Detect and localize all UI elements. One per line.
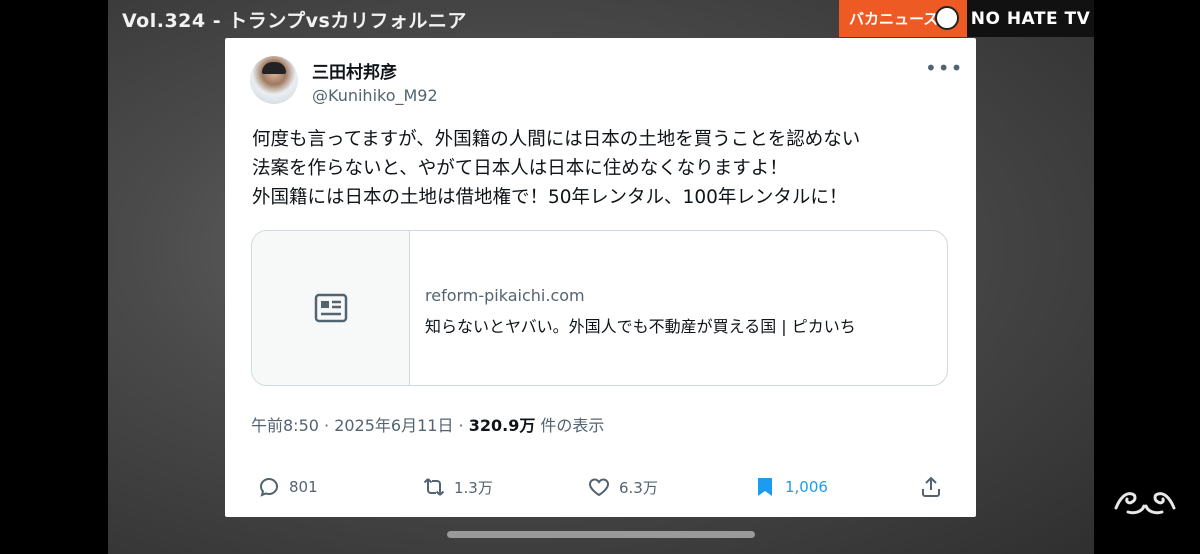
tweet-card: 三田村邦彦 @Kunihiko_M92 ••• 何度も言ってますが、外国籍の人間…	[225, 38, 976, 517]
tweet-text-line: 法案を作らないと、やがて日本人は日本に住めなくなりますよ！	[252, 158, 788, 179]
like-count: 6.3万	[619, 478, 658, 497]
tweet-meta: 午前8:50 · 2025年6月11日 · 320.9万 件の表示	[251, 412, 604, 436]
brand-label: バカニュース	[849, 10, 939, 28]
bookmark-count: 1,006	[785, 478, 828, 496]
tweet-actions: 801 1.3万 6.3万 1,006	[225, 473, 976, 503]
like-button[interactable]: 6.3万	[587, 473, 658, 501]
retweet-icon	[423, 478, 445, 496]
episode-title: Vol.324 - トランプvsカリフォルニア	[122, 10, 467, 32]
view-count: 320.9万	[468, 416, 536, 435]
author-handle[interactable]: @Kunihiko_M92	[312, 86, 438, 105]
brand-badge: バカニュース	[839, 0, 967, 37]
article-icon	[314, 293, 347, 323]
link-thumbnail	[252, 231, 410, 385]
bookmark-icon	[758, 478, 772, 496]
link-title: 知らないとヤバい。外国人でも不動産が買える国 | ピカいち	[425, 317, 856, 336]
link-domain: reform-pikaichi.com	[425, 286, 585, 305]
reply-icon	[259, 477, 279, 497]
retweet-count: 1.3万	[454, 478, 493, 497]
bookmark-button[interactable]: 1,006	[753, 473, 828, 501]
tweet-text-line: 外国籍には日本の土地は借地権で！50年レンタル、100年レンタルに！	[252, 187, 848, 208]
tweet-timestamp[interactable]: 午前8:50 · 2025年6月11日 ·	[251, 416, 469, 435]
reply-button[interactable]: 801	[257, 473, 318, 501]
author-name[interactable]: 三田村邦彦	[312, 58, 397, 83]
hands-logo-icon	[1114, 492, 1176, 515]
share-button[interactable]	[919, 473, 943, 501]
heart-icon	[589, 478, 609, 497]
view-label: 件の表示	[535, 416, 605, 435]
link-preview-card[interactable]: reform-pikaichi.com 知らないとヤバい。外国人でも不動産が買え…	[251, 230, 948, 386]
tweet-text: 何度も言ってますが、外国籍の人間には日本の土地を買うことを認めない 法案を作らな…	[252, 125, 952, 212]
channel-label: NO HATE TV	[967, 0, 1094, 37]
avatar[interactable]	[250, 56, 298, 104]
brand-mascot-icon	[935, 6, 959, 30]
tweet-text-line: 何度も言ってますが、外国籍の人間には日本の土地を買うことを認めない	[252, 129, 861, 150]
reply-count: 801	[289, 478, 318, 496]
share-icon	[922, 476, 940, 497]
more-icon[interactable]: •••	[925, 58, 963, 78]
home-indicator	[447, 531, 755, 538]
retweet-button[interactable]: 1.3万	[422, 473, 493, 501]
